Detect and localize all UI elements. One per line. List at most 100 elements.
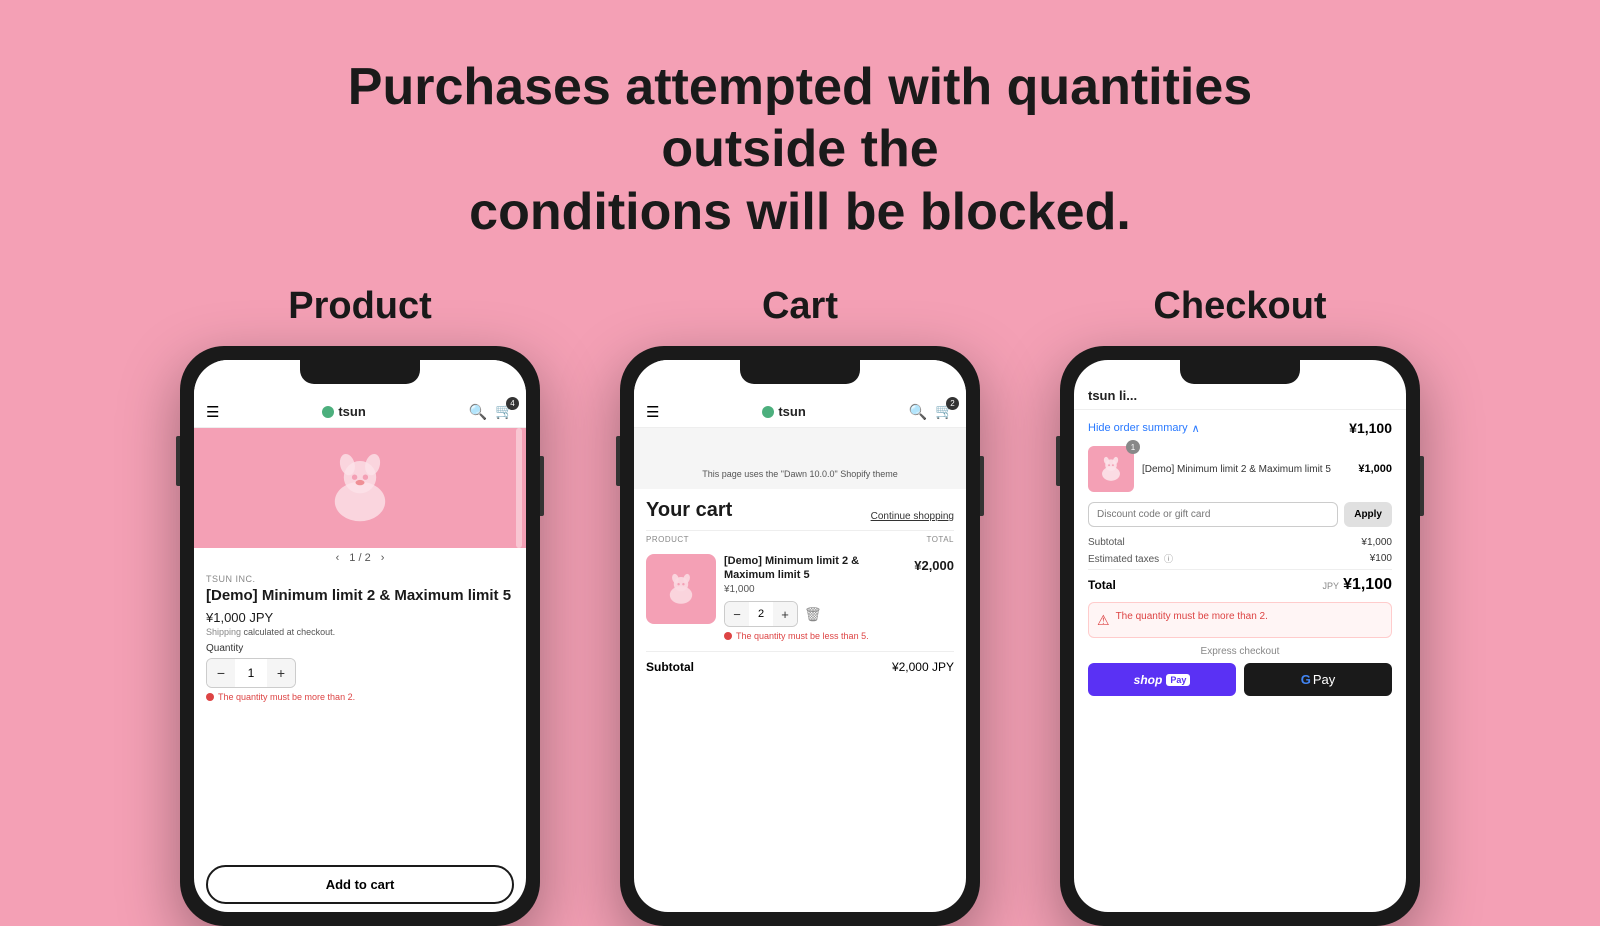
- cart-subtotal-row: Subtotal ¥2,000 JPY: [646, 651, 954, 674]
- discount-code-input[interactable]: [1088, 502, 1338, 527]
- cart-screen-content: ☰ tsun 🔍 🛒 2: [634, 360, 966, 912]
- product-nav-icons: 🔍 🛒 4: [469, 402, 514, 421]
- col-total-label: TOTAL: [926, 535, 954, 544]
- cart-nav-logo: tsun: [762, 404, 805, 419]
- shop-pay-shop-text: shop: [1134, 673, 1163, 687]
- checkout-product-badge: 1: [1126, 440, 1140, 454]
- cart-theme-banner: This page uses the "Dawn 10.0.0" Shopify…: [634, 428, 966, 489]
- checkout-total-label: Total: [1088, 578, 1116, 592]
- cart-section: Cart ☰ tsun 🔍 🛒: [620, 285, 980, 926]
- cart-qty-increase-btn[interactable]: +: [773, 602, 797, 626]
- product-error-message: The quantity must be more than 2.: [206, 692, 514, 702]
- checkout-product-image: 1: [1088, 446, 1134, 492]
- product-section-label: Product: [288, 285, 432, 328]
- cart-error-message: The quantity must be less than 5.: [724, 631, 906, 641]
- quantity-increase-btn[interactable]: +: [267, 659, 295, 687]
- cart-nav-icons: 🔍 🛒 2: [909, 402, 954, 421]
- cart-item-details: [Demo] Minimum limit 2 & Maximum limit 5…: [724, 554, 906, 642]
- cart-item: [Demo] Minimum limit 2 & Maximum limit 5…: [646, 554, 954, 642]
- product-dog-image: [315, 443, 405, 533]
- shop-pay-pay-text: Pay: [1166, 674, 1190, 686]
- shop-pay-button[interactable]: shop Pay: [1088, 663, 1236, 696]
- cart-title: Your cart: [646, 499, 732, 522]
- cart-error-dot-icon: [724, 632, 732, 640]
- cart-logo-dot: [762, 406, 774, 418]
- discount-row: Apply: [1088, 502, 1392, 527]
- phone-notch-checkout: [1180, 360, 1300, 384]
- gpay-pay-text: Pay: [1313, 672, 1335, 687]
- checkout-product-price: ¥1,000: [1358, 463, 1392, 475]
- product-section: Product ☰ tsun 🔍 🛒: [180, 285, 540, 926]
- quantity-decrease-btn[interactable]: −: [207, 659, 235, 687]
- cart-item-image: [646, 554, 716, 624]
- product-name: [Demo] Minimum limit 2 & Maximum limit 5: [206, 586, 514, 606]
- cart-item-total: ¥2,000: [914, 554, 954, 642]
- brand-name: TSUN INC.: [206, 574, 514, 584]
- page-title: Purchases attempted with quantities outs…: [250, 56, 1350, 243]
- product-image-area: [194, 428, 526, 548]
- cart-hamburger-icon[interactable]: ☰: [646, 403, 659, 421]
- cart-search-icon[interactable]: 🔍: [909, 403, 928, 421]
- cart-badge: 4: [506, 397, 519, 410]
- cart-subtotal-value: ¥2,000 JPY: [892, 660, 954, 674]
- google-pay-button[interactable]: G Pay: [1244, 663, 1392, 696]
- checkout-dog-image: [1095, 453, 1127, 485]
- gpay-g-letter: G: [1301, 672, 1311, 687]
- cart-dog-image: [661, 569, 701, 609]
- cart-subtotal-label: Subtotal: [646, 660, 694, 674]
- product-info: TSUN INC. [Demo] Minimum limit 2 & Maxim…: [194, 568, 526, 857]
- cart-item-price: ¥1,000: [724, 584, 906, 595]
- product-phone-frame: ☰ tsun 🔍 🛒 4: [180, 346, 540, 926]
- next-image-btn[interactable]: ›: [381, 552, 385, 564]
- cart-body: Your cart Continue shopping PRODUCT TOTA…: [634, 489, 966, 912]
- shipping-note: Shipping calculated at checkout.: [206, 627, 514, 637]
- checkout-subtotal-label: Subtotal: [1088, 537, 1125, 548]
- checkout-phone-frame: tsun li... Hide order summary ∧ ¥1,100: [1060, 346, 1420, 926]
- col-product-label: PRODUCT: [646, 535, 689, 544]
- search-icon[interactable]: 🔍: [469, 403, 488, 421]
- product-screen-content: ☰ tsun 🔍 🛒 4: [194, 360, 526, 912]
- hide-order-summary-btn[interactable]: Hide order summary ∧: [1088, 422, 1200, 435]
- checkout-product-row: 1 [Demo] Minimum limit: [1088, 446, 1392, 492]
- prev-image-btn[interactable]: ‹: [336, 552, 340, 564]
- cart-column-headers: PRODUCT TOTAL: [646, 530, 954, 548]
- checkout-section: Checkout tsun li... Hide order summary ∧…: [1060, 285, 1420, 926]
- checkout-screen-content: tsun li... Hide order summary ∧ ¥1,100: [1074, 360, 1406, 912]
- cart-qty-row: − 2 + 🗑: [724, 601, 906, 627]
- phone-notch-cart: [740, 360, 860, 384]
- logo-dot: [322, 406, 334, 418]
- checkout-total-currency: JPY: [1323, 581, 1340, 591]
- apply-discount-button[interactable]: Apply: [1344, 502, 1392, 527]
- checkout-order-total-top: ¥1,100: [1349, 420, 1392, 436]
- checkout-total-value: JPY ¥1,100: [1323, 576, 1392, 594]
- cart-phone-screen: ☰ tsun 🔍 🛒 2: [634, 360, 966, 912]
- phone-notch-product: [300, 360, 420, 384]
- page-header: Purchases attempted with quantities outs…: [250, 28, 1350, 261]
- checkout-total-line: Total JPY ¥1,100: [1088, 569, 1392, 594]
- add-to-cart-button[interactable]: Add to cart: [206, 865, 514, 904]
- cart-qty-value: 2: [749, 608, 773, 620]
- checkout-taxes-line: Estimated taxes ⓘ ¥100: [1088, 552, 1392, 565]
- product-phone-screen: ☰ tsun 🔍 🛒 4: [194, 360, 526, 912]
- product-price: ¥1,000 JPY: [206, 610, 514, 625]
- checkout-body: Hide order summary ∧ ¥1,100 1: [1074, 410, 1406, 912]
- cart-icon-wrapper2[interactable]: 🛒 2: [935, 402, 954, 421]
- cart-qty-decrease-btn[interactable]: −: [725, 602, 749, 626]
- checkout-subtotal-value: ¥1,000: [1361, 537, 1392, 548]
- cart-badge2: 2: [946, 397, 959, 410]
- cart-delete-icon[interactable]: 🗑: [804, 606, 822, 623]
- checkout-error-icon: ⚠: [1097, 612, 1110, 629]
- image-nav: ‹ 1 / 2 ›: [194, 548, 526, 568]
- error-dot-icon: [206, 693, 214, 701]
- continue-shopping-link[interactable]: Continue shopping: [871, 511, 954, 522]
- checkout-product-name: [Demo] Minimum limit 2 & Maximum limit 5: [1142, 463, 1350, 476]
- cart-icon-wrapper[interactable]: 🛒 4: [495, 402, 514, 421]
- cart-header-row: Your cart Continue shopping: [646, 499, 954, 522]
- checkout-section-label: Checkout: [1153, 285, 1326, 328]
- hamburger-icon[interactable]: ☰: [206, 403, 219, 421]
- taxes-info-icon[interactable]: ⓘ: [1164, 554, 1173, 564]
- shipping-link[interactable]: calculated at checkout.: [244, 627, 336, 637]
- express-checkout-buttons: shop Pay G Pay: [1088, 663, 1392, 696]
- checkout-taxes-label: Estimated taxes ⓘ: [1088, 552, 1173, 565]
- express-checkout-label: Express checkout: [1088, 646, 1392, 657]
